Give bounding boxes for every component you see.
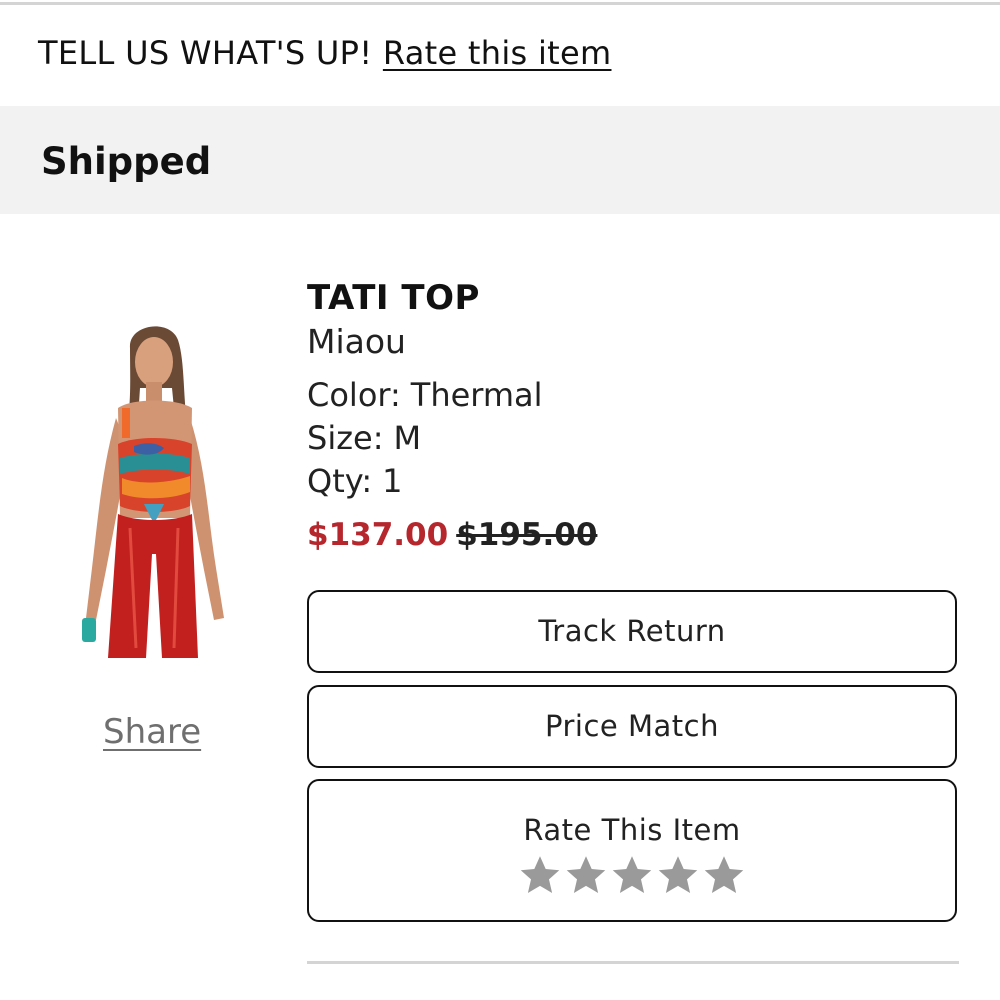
track-return-button[interactable]: Track Return xyxy=(307,590,957,673)
rate-this-item-link[interactable]: Rate this item xyxy=(383,34,612,72)
feedback-prompt: TELL US WHAT'S UP! xyxy=(38,34,373,72)
star-icon[interactable] xyxy=(610,853,654,897)
rate-item-button[interactable]: Rate This Item xyxy=(307,779,957,922)
star-rating[interactable] xyxy=(309,853,955,899)
product-image[interactable] xyxy=(78,318,230,658)
original-price: $195.00 xyxy=(456,517,598,553)
product-color: Color: Thermal xyxy=(307,374,597,417)
feedback-bar: TELL US WHAT'S UP! Rate this item xyxy=(38,34,611,72)
color-label: Color: xyxy=(307,376,401,414)
rate-item-label: Rate This Item xyxy=(523,813,741,847)
color-value: Thermal xyxy=(410,376,543,414)
qty-label: Qty: xyxy=(307,462,373,500)
product-quantity: Qty: 1 xyxy=(307,460,597,503)
qty-value: 1 xyxy=(382,462,403,500)
price-match-button[interactable]: Price Match xyxy=(307,685,957,768)
price-block: $137.00 $195.00 xyxy=(307,514,597,556)
product-size: Size: M xyxy=(307,417,597,460)
product-details: TATI TOP Miaou Color: Thermal Size: M Qty:… xyxy=(307,276,597,556)
star-icon[interactable] xyxy=(702,853,746,897)
size-value: M xyxy=(393,419,422,457)
shipment-status-band: Shipped xyxy=(0,106,1000,214)
bottom-divider xyxy=(307,961,959,964)
star-icon[interactable] xyxy=(518,853,562,897)
size-label: Size: xyxy=(307,419,384,457)
shipment-status-title: Shipped xyxy=(41,140,212,183)
product-photo-icon xyxy=(82,326,224,658)
star-icon[interactable] xyxy=(564,853,608,897)
star-icon[interactable] xyxy=(656,853,700,897)
order-item-page: TELL US WHAT'S UP! Rate this item Shippe… xyxy=(0,0,1000,1000)
top-divider xyxy=(0,2,1000,5)
product-brand: Miaou xyxy=(307,322,406,361)
share-link[interactable]: Share xyxy=(103,712,201,752)
product-name[interactable]: TATI TOP xyxy=(307,276,597,320)
sale-price: $137.00 xyxy=(307,517,449,553)
